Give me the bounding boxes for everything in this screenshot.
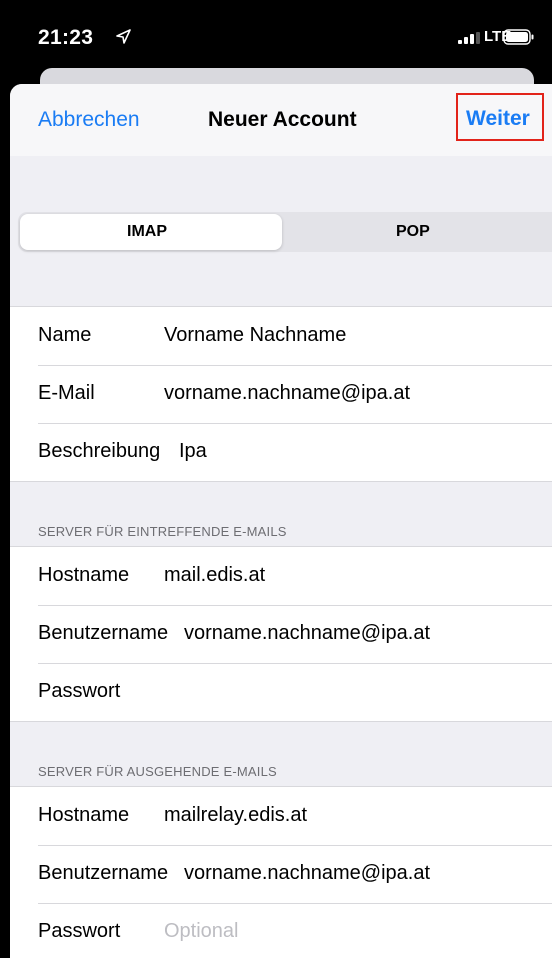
field-label: Hostname (38, 564, 130, 586)
field-value[interactable]: mail.edis.at (164, 564, 265, 587)
outgoing-username-field[interactable]: Benutzername vorname.nachname@ipa.at (10, 845, 552, 903)
status-time: 21:23 (38, 26, 94, 49)
field-label: Passwort (38, 680, 121, 702)
field-value[interactable]: vorname.nachname@ipa.at (184, 622, 430, 645)
next-button[interactable]: Weiter (456, 93, 544, 141)
segment-imap[interactable]: IMAP (20, 214, 282, 250)
field-label: E-Mail (38, 382, 95, 404)
battery-icon (503, 29, 534, 45)
outgoing-password-field[interactable]: Passwort Optional (10, 903, 552, 958)
status-bar: 21:23 LTE (0, 0, 552, 74)
new-account-sheet: Abbrechen Neuer Account Weiter IMAP POP … (10, 84, 552, 958)
field-value[interactable]: Ipa (179, 440, 207, 463)
outgoing-hostname-field[interactable]: Hostname mailrelay.edis.at (10, 787, 552, 845)
field-value[interactable]: vorname.nachname@ipa.at (164, 382, 410, 405)
navigation-bar: Abbrechen Neuer Account Weiter (10, 84, 552, 156)
segment-pop-label: POP (396, 223, 430, 240)
field-value[interactable]: vorname.nachname@ipa.at (184, 862, 430, 885)
email-field[interactable]: E-Mail vorname.nachname@ipa.at (10, 365, 552, 423)
segment-imap-label: IMAP (127, 223, 167, 240)
incoming-server-header: SERVER FÜR EINTREFFENDE E-MAILS (38, 524, 287, 539)
field-label: Beschreibung (38, 440, 161, 462)
location-arrow-icon (116, 29, 131, 44)
field-label: Hostname (38, 804, 130, 826)
field-label: Benutzername (38, 862, 169, 884)
page-title: Neuer Account (208, 108, 357, 131)
field-value[interactable]: Vorname Nachname (164, 324, 346, 347)
outgoing-server-header: SERVER FÜR AUSGEHENDE E-MAILS (38, 764, 277, 779)
name-field[interactable]: Name Vorname Nachname (10, 307, 552, 365)
incoming-server-group: Hostname mail.edis.at Benutzername vorna… (10, 546, 552, 722)
incoming-hostname-field[interactable]: Hostname mail.edis.at (10, 547, 552, 605)
field-value[interactable]: mailrelay.edis.at (164, 804, 307, 827)
segment-pop[interactable]: POP (284, 214, 550, 250)
account-info-group: Name Vorname Nachname E-Mail vorname.nac… (10, 306, 552, 482)
field-label: Passwort (38, 920, 121, 942)
cancel-button[interactable]: Abbrechen (38, 108, 140, 132)
field-label: Benutzername (38, 622, 169, 644)
description-field[interactable]: Beschreibung Ipa (10, 423, 552, 481)
next-button-label: Weiter (466, 107, 530, 130)
incoming-password-field[interactable]: Passwort (10, 663, 552, 721)
password-placeholder[interactable]: Optional (164, 920, 239, 943)
incoming-username-field[interactable]: Benutzername vorname.nachname@ipa.at (10, 605, 552, 663)
outgoing-server-group: Hostname mailrelay.edis.at Benutzername … (10, 786, 552, 958)
protocol-segmented-control: IMAP POP (18, 212, 552, 252)
signal-strength-icon (458, 32, 480, 44)
field-label: Name (38, 324, 92, 346)
